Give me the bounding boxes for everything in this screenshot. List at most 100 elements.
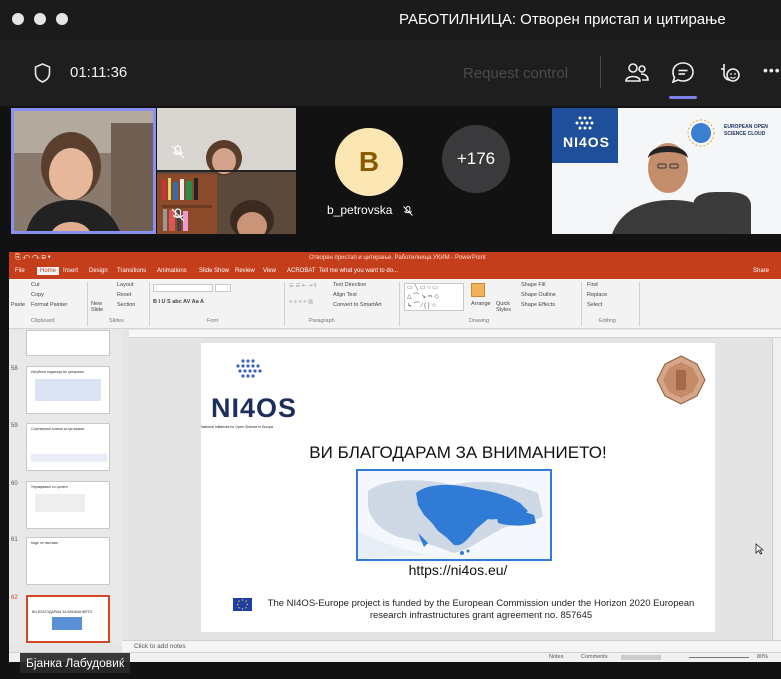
slide-thumbnail[interactable]: Каде се наоѓаме (26, 537, 110, 585)
ribbon-tab-view[interactable]: View (263, 268, 276, 274)
ribbon-new-slide[interactable]: New Slide (91, 301, 111, 313)
zoom-slider[interactable] (689, 657, 749, 658)
window-maximize-dot[interactable] (56, 13, 68, 25)
font-size-box[interactable] (215, 284, 231, 292)
ribbon-tab-animations[interactable]: Animations (157, 268, 187, 274)
status-comments-button[interactable]: Comments (581, 654, 608, 660)
ribbon-select[interactable]: Select (587, 302, 602, 308)
ribbon-tab-design[interactable]: Design (89, 268, 108, 274)
ribbon-tab-slide-show[interactable]: Slide Show (199, 268, 229, 274)
ribbon-divider (284, 282, 285, 326)
font-name-box[interactable] (153, 284, 213, 292)
slide-heading: ВИ БЛАГОДАРАМ ЗА ВНИМАНИЕТО! (309, 443, 607, 462)
paragraph-list-buttons[interactable]: ☰ ☰ ⇤ ⇥ ‖ (289, 283, 316, 289)
participants-icon[interactable] (624, 60, 650, 86)
ribbon-cut[interactable]: Cut (31, 282, 40, 288)
ppt-share-button[interactable]: Share (753, 268, 769, 274)
video-tile-participant-3[interactable]: NI4OS EUROPEAN OPEN SCIENCE CLOUD (552, 108, 781, 234)
ribbon-divider (639, 282, 640, 326)
slide-scrollbar[interactable] (772, 338, 781, 642)
status-notes-button[interactable]: Notes (549, 654, 563, 660)
ribbon-align-text[interactable]: Align Text (333, 292, 357, 298)
europe-map-image (356, 469, 552, 561)
slide-thumbnails-pane[interactable]: 58 Изгубени податоци во цитирање 59 Софт… (9, 330, 122, 643)
mic-off-icon (171, 145, 185, 159)
ribbon-find[interactable]: Find (587, 282, 598, 288)
ribbon-quick-styles[interactable]: Quick Styles (496, 301, 514, 313)
ribbon-layout[interactable]: Layout (117, 282, 134, 288)
slide-thumbnail[interactable]: Софтверски алатки за цитирање (26, 423, 110, 471)
slide-footer-line2: research infrastructures grant agreement… (369, 610, 593, 621)
slide-thumbnail[interactable] (26, 330, 110, 356)
participant-avatar[interactable]: B (335, 128, 403, 196)
ribbon-divider (399, 282, 400, 326)
shapes-gallery[interactable]: ▭ ╲ ▭ ○ ▭ △ ⌒ ↘ ⇨ ◇ ↳ ⌒ ⁄ { } ☆ (404, 283, 464, 311)
ribbon-group-paragraph: Paragraph (309, 318, 335, 324)
ribbon-paste[interactable]: Paste (11, 302, 25, 308)
slide-number: 62 (11, 595, 18, 601)
chat-icon[interactable] (670, 60, 696, 86)
window-minimize-dot[interactable] (34, 13, 46, 25)
more-options-icon[interactable]: ••• (763, 62, 781, 78)
paragraph-align-buttons[interactable]: ≡ ≡ ≡ ≡ ▥ (289, 299, 313, 305)
ribbon-format-painter[interactable]: Format Painter (31, 302, 67, 308)
ppt-ribbon: Cut Copy Format Painter Paste New Slide … (9, 279, 781, 329)
ppt-quick-access-icons[interactable]: ⎘ ↶ ↷ ⊟ ▾ (15, 254, 51, 262)
window-close-dot[interactable] (12, 13, 24, 25)
ribbon-tab-file[interactable]: File (15, 268, 25, 274)
slide-url: https://ni4os.eu/ (408, 562, 508, 578)
banner-logo-text: NI4OS (563, 134, 611, 150)
ribbon-section[interactable]: Section (117, 302, 135, 308)
ribbon-copy[interactable]: Copy (31, 292, 44, 298)
zoom-level: 80% (757, 654, 769, 660)
chat-active-indicator (669, 96, 697, 99)
thumbnail-title: ВИ БЛАГОДАРАМ ЗА ВНИМАНИЕТО (32, 610, 93, 614)
notes-pane[interactable]: Click to add notes (122, 640, 781, 652)
eosc-banner-line1: EUROPEAN OPEN (724, 124, 768, 130)
ribbon-group-drawing: Drawing (469, 318, 490, 324)
ppt-ribbon-tabs: File Home Insert Design Transitions Animation… (9, 266, 781, 279)
ribbon-tab-review[interactable]: Review (235, 268, 255, 274)
shared-screen-powerpoint[interactable]: ⎘ ↶ ↷ ⊟ ▾ Отворен пристап и цитирање. Ра… (9, 252, 781, 662)
reactions-icon[interactable] (716, 60, 742, 86)
current-slide[interactable]: NI4OS National Initiatives for Open Scie… (201, 343, 715, 632)
ribbon-shape-effects[interactable]: Shape Effects (521, 302, 555, 308)
thumbnail-title: Изгубени податоци во цитирање (31, 370, 85, 374)
meeting-timer: 01:11:36 (70, 64, 128, 81)
shield-icon[interactable] (34, 63, 51, 83)
video-tile-participant-2[interactable] (157, 108, 296, 234)
slide-canvas-area[interactable]: NI4OS National Initiatives for Open Scie… (129, 338, 781, 642)
ribbon-tab-home[interactable]: Home (37, 267, 60, 275)
ribbon-arrange[interactable]: Arrange (471, 301, 491, 307)
ribbon-group-clipboard: Clipboard (31, 318, 55, 324)
ribbon-group-editing: Editing (599, 318, 616, 324)
ribbon-tab-insert[interactable]: Insert (63, 268, 78, 274)
slide-thumbnail-selected[interactable]: ВИ БЛАГОДАРАМ ЗА ВНИМАНИЕТО (26, 595, 110, 643)
ribbon-replace[interactable]: Replace (587, 292, 607, 298)
ni4os-dots-icon (236, 359, 262, 378)
overflow-participants-button[interactable]: +176 (442, 125, 510, 193)
ribbon-text-direction[interactable]: Text Direction (333, 282, 366, 288)
ribbon-shape-outline[interactable]: Shape Outline (521, 292, 556, 298)
slide-thumbnail[interactable]: Управување со цитати (26, 481, 110, 529)
thumbnail-title: Управување со цитати (31, 485, 68, 489)
participant-name-label: b_petrovska (327, 203, 414, 217)
ribbon-tab-transitions[interactable]: Transitions (117, 268, 146, 274)
mic-off-icon (171, 208, 185, 222)
meeting-toolbar: 01:11:36 Request control ••• (0, 40, 781, 106)
request-control-button[interactable]: Request control (463, 65, 568, 82)
slide-number: 61 (11, 537, 18, 543)
ribbon-convert-smartart[interactable]: Convert to SmartArt (333, 302, 382, 308)
ppt-title-bar: ⎘ ↶ ↷ ⊟ ▾ Отворен пристап и цитирање. Ра… (9, 252, 781, 266)
ribbon-shape-fill[interactable]: Shape Fill (521, 282, 545, 288)
view-buttons[interactable] (621, 655, 661, 660)
slide-thumbnail[interactable]: Изгубени податоци во цитирање (26, 366, 110, 414)
font-format-buttons[interactable]: B I U S abc AV Aa A (153, 299, 204, 305)
thumbnail-body (35, 494, 85, 512)
slide-number: 59 (11, 423, 18, 429)
video-tile-participant-1[interactable] (11, 108, 156, 234)
ribbon-tab-tell-me-what-you-want-to-do[interactable]: Tell me what you want to do... (319, 268, 398, 274)
ribbon-reset[interactable]: Reset (117, 292, 131, 298)
ribbon-tab-acrobat[interactable]: ACROBAT (287, 268, 316, 274)
notes-placeholder: Click to add notes (134, 643, 186, 650)
